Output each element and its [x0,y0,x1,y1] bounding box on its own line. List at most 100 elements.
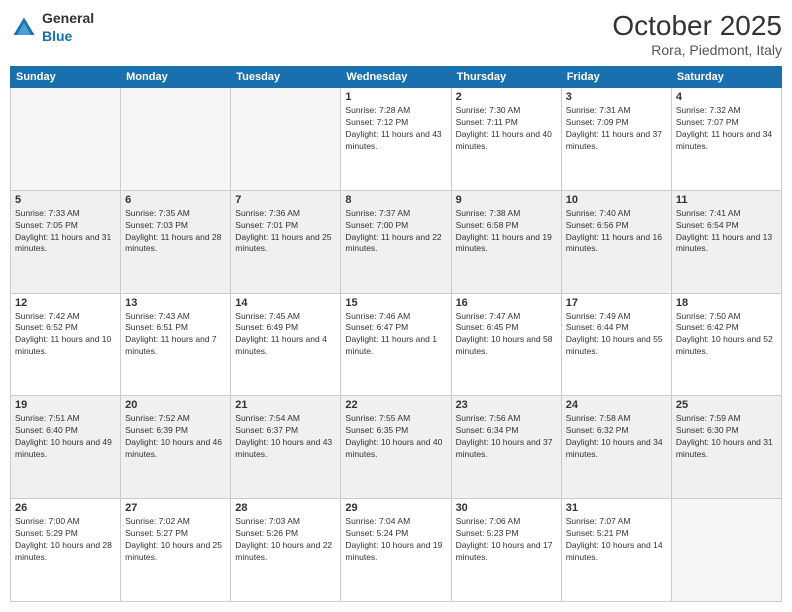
table-row: 30Sunrise: 7:06 AM Sunset: 5:23 PM Dayli… [451,499,561,602]
table-row: 13Sunrise: 7:43 AM Sunset: 6:51 PM Dayli… [121,293,231,396]
table-row: 9 Sunrise: 7:38 AM Sunset: 6:58 PM Daylig… [451,190,561,293]
table-row: 27Sunrise: 7:02 AM Sunset: 5:27 PM Dayli… [121,499,231,602]
table-row: 6Sunrise: 7:35 AM Sunset: 7:03 PM Daylig… [121,190,231,293]
week-row-1: 1Sunrise: 7:28 AM Sunset: 7:12 PM Daylig… [11,88,782,191]
cell-info: Sunrise: 7:41 AM Sunset: 6:54 PM Dayligh… [676,208,777,256]
logo-general: General [42,10,94,26]
cell-info: Sunrise: 7:00 AM Sunset: 5:29 PM Dayligh… [15,516,116,564]
cell-date: 20 [125,399,226,411]
table-row [121,88,231,191]
day-header-row: SundayMondayTuesdayWednesdayThursdayFrid… [11,67,782,88]
table-row: 7Sunrise: 7:36 AM Sunset: 7:01 PM Daylig… [231,190,341,293]
cell-date: 30 [456,502,557,514]
header: General Blue October 2025 Rora, Piedmont… [10,10,782,58]
cell-info: Sunrise: 7:59 AM Sunset: 6:30 PM Dayligh… [676,413,777,461]
week-row-4: 19 Sunrise: 7:51 AM Sunset: 6:40 PM Dayli… [11,396,782,499]
cell-date: 11 [676,194,777,206]
cell-date: 19 [15,399,116,411]
cell-info: Sunrise: 7:07 AM Sunset: 5:21 PM Dayligh… [566,516,667,564]
calendar-body: 1Sunrise: 7:28 AM Sunset: 7:12 PM Daylig… [11,88,782,602]
cell-date: 26 [15,502,116,514]
table-row: 19 Sunrise: 7:51 AM Sunset: 6:40 PM Dayli… [11,396,121,499]
table-row: 14 Sunrise: 7:45 AM Sunset: 6:49 PM Dayli… [231,293,341,396]
table-row: 24 Sunrise: 7:58 AM Sunset: 6:32 PM Dayli… [561,396,671,499]
table-row: 29Sunrise: 7:04 AM Sunset: 5:24 PM Dayli… [341,499,451,602]
cell-date: 3 [566,91,667,103]
table-row: 8 Sunrise: 7:37 AM Sunset: 7:00 PM Daylig… [341,190,451,293]
cell-date: 25 [676,399,777,411]
cell-date: 12 [15,297,116,309]
cell-info: Sunrise: 7:56 AM Sunset: 6:34 PM Dayligh… [456,413,557,461]
cell-info: Sunrise: 7:31 AM Sunset: 7:09 PM Dayligh… [566,105,667,153]
day-header-thursday: Thursday [451,67,561,88]
cell-info: Sunrise: 7:03 AM Sunset: 5:26 PM Dayligh… [235,516,336,564]
week-row-2: 5 Sunrise: 7:33 AM Sunset: 7:05 PM Daylig… [11,190,782,293]
day-header-tuesday: Tuesday [231,67,341,88]
table-row: 2Sunrise: 7:30 AM Sunset: 7:11 PM Daylig… [451,88,561,191]
table-row: 26 Sunrise: 7:00 AM Sunset: 5:29 PM Dayli… [11,499,121,602]
cell-info: Sunrise: 7:02 AM Sunset: 5:27 PM Dayligh… [125,516,226,564]
cell-date: 14 [235,297,336,309]
cell-date: 22 [345,399,446,411]
cell-info: Sunrise: 7:45 AM Sunset: 6:49 PM Dayligh… [235,311,336,359]
table-row: 16Sunrise: 7:47 AM Sunset: 6:45 PM Dayli… [451,293,561,396]
cell-info: Sunrise: 7:35 AM Sunset: 7:03 PM Dayligh… [125,208,226,256]
week-row-3: 12Sunrise: 7:42 AM Sunset: 6:52 PM Dayli… [11,293,782,396]
table-row: 20 Sunrise: 7:52 AM Sunset: 6:39 PM Dayli… [121,396,231,499]
location: Rora, Piedmont, Italy [612,42,782,58]
page: General Blue October 2025 Rora, Piedmont… [0,0,792,612]
table-row: 25 Sunrise: 7:59 AM Sunset: 6:30 PM Dayli… [671,396,781,499]
cell-info: Sunrise: 7:40 AM Sunset: 6:56 PM Dayligh… [566,208,667,256]
cell-date: 23 [456,399,557,411]
day-header-sunday: Sunday [11,67,121,88]
table-row: 3 Sunrise: 7:31 AM Sunset: 7:09 PM Daylig… [561,88,671,191]
cell-info: Sunrise: 7:58 AM Sunset: 6:32 PM Dayligh… [566,413,667,461]
table-row: 23 Sunrise: 7:56 AM Sunset: 6:34 PM Dayli… [451,396,561,499]
calendar-header: SundayMondayTuesdayWednesdayThursdayFrid… [11,67,782,88]
day-header-monday: Monday [121,67,231,88]
cell-info: Sunrise: 7:37 AM Sunset: 7:00 PM Dayligh… [345,208,446,256]
table-row: 28 Sunrise: 7:03 AM Sunset: 5:26 PM Dayli… [231,499,341,602]
cell-date: 29 [345,502,446,514]
table-row: 17 Sunrise: 7:49 AM Sunset: 6:44 PM Dayli… [561,293,671,396]
cell-info: Sunrise: 7:38 AM Sunset: 6:58 PM Dayligh… [456,208,557,256]
cell-info: Sunrise: 7:49 AM Sunset: 6:44 PM Dayligh… [566,311,667,359]
cell-date: 8 [345,194,446,206]
cell-date: 9 [456,194,557,206]
table-row: 1Sunrise: 7:28 AM Sunset: 7:12 PM Daylig… [341,88,451,191]
cell-date: 24 [566,399,667,411]
logo: General Blue [10,10,94,46]
table-row: 18Sunrise: 7:50 AM Sunset: 6:42 PM Dayli… [671,293,781,396]
table-row: 10 Sunrise: 7:40 AM Sunset: 6:56 PM Dayli… [561,190,671,293]
cell-date: 10 [566,194,667,206]
cell-date: 17 [566,297,667,309]
logo-blue: Blue [42,28,72,44]
cell-info: Sunrise: 7:33 AM Sunset: 7:05 PM Dayligh… [15,208,116,256]
cell-date: 5 [15,194,116,206]
cell-info: Sunrise: 7:30 AM Sunset: 7:11 PM Dayligh… [456,105,557,153]
cell-date: 15 [345,297,446,309]
table-row [231,88,341,191]
cell-info: Sunrise: 7:51 AM Sunset: 6:40 PM Dayligh… [15,413,116,461]
cell-date: 28 [235,502,336,514]
cell-info: Sunrise: 7:50 AM Sunset: 6:42 PM Dayligh… [676,311,777,359]
day-header-friday: Friday [561,67,671,88]
day-header-saturday: Saturday [671,67,781,88]
day-header-wednesday: Wednesday [341,67,451,88]
logo-icon [10,14,38,42]
table-row [11,88,121,191]
table-row: 11 Sunrise: 7:41 AM Sunset: 6:54 PM Dayli… [671,190,781,293]
table-row: 4Sunrise: 7:32 AM Sunset: 7:07 PM Daylig… [671,88,781,191]
cell-date: 1 [345,91,446,103]
table-row: 22Sunrise: 7:55 AM Sunset: 6:35 PM Dayli… [341,396,451,499]
table-row: 31Sunrise: 7:07 AM Sunset: 5:21 PM Dayli… [561,499,671,602]
cell-info: Sunrise: 7:52 AM Sunset: 6:39 PM Dayligh… [125,413,226,461]
calendar: SundayMondayTuesdayWednesdayThursdayFrid… [10,66,782,602]
cell-info: Sunrise: 7:47 AM Sunset: 6:45 PM Dayligh… [456,311,557,359]
table-row: 21Sunrise: 7:54 AM Sunset: 6:37 PM Dayli… [231,396,341,499]
cell-info: Sunrise: 7:54 AM Sunset: 6:37 PM Dayligh… [235,413,336,461]
cell-info: Sunrise: 7:46 AM Sunset: 6:47 PM Dayligh… [345,311,446,359]
table-row: 12Sunrise: 7:42 AM Sunset: 6:52 PM Dayli… [11,293,121,396]
table-row: 5 Sunrise: 7:33 AM Sunset: 7:05 PM Daylig… [11,190,121,293]
week-row-5: 26 Sunrise: 7:00 AM Sunset: 5:29 PM Dayli… [11,499,782,602]
